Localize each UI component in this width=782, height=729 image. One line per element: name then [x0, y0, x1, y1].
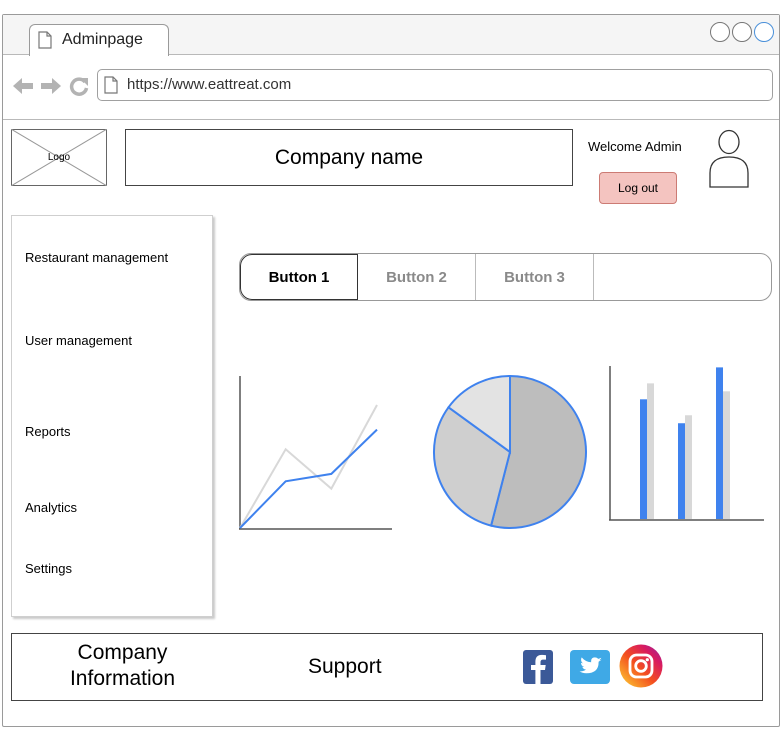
page-icon — [38, 31, 52, 49]
close-window-button[interactable] — [754, 22, 774, 42]
button-1[interactable]: Button 1 — [240, 254, 358, 300]
button-3[interactable]: Button 3 — [476, 254, 594, 300]
company-name-box: Company name — [125, 129, 573, 186]
sidebar — [11, 215, 213, 617]
sidebar-item-restaurant-management[interactable]: Restaurant management — [25, 250, 168, 265]
back-arrow-icon[interactable] — [12, 77, 34, 95]
button-group-empty-slot — [594, 254, 771, 300]
company-name: Company name — [274, 145, 424, 169]
bar-2-series-1 — [678, 423, 685, 519]
forward-arrow-icon[interactable] — [40, 77, 62, 95]
sidebar-item-reports[interactable]: Reports — [25, 424, 71, 439]
welcome-text: Welcome Admin — [588, 139, 682, 154]
logout-button[interactable]: Log out — [599, 172, 677, 204]
bar-3-series-1 — [716, 367, 723, 519]
twitter-icon[interactable] — [570, 650, 610, 684]
bar-3-series-2 — [723, 391, 730, 519]
minimize-window-button[interactable] — [710, 22, 730, 42]
pie-chart — [433, 374, 587, 529]
company-information-line-2: Information — [69, 667, 176, 690]
page-icon — [104, 76, 118, 94]
company-information[interactable]: Company Information — [40, 640, 205, 692]
sidebar-item-user-management[interactable]: User management — [25, 333, 132, 348]
user-avatar-icon[interactable] — [708, 129, 750, 189]
line-chart — [239, 376, 392, 530]
bar-1-series-2 — [647, 383, 654, 519]
maximize-window-button[interactable] — [732, 22, 752, 42]
button-2[interactable]: Button 2 — [358, 254, 476, 300]
line-series-2 — [239, 404, 378, 529]
facebook-icon[interactable] — [523, 650, 553, 684]
logo-placeholder: Logo — [11, 129, 107, 186]
sidebar-item-settings[interactable]: Settings — [25, 561, 72, 576]
url-text[interactable]: https://www.eattreat.com — [127, 76, 291, 93]
reload-icon[interactable] — [69, 76, 89, 96]
button-group: Button 1 Button 2 Button 3 — [239, 253, 772, 301]
bar-2-series-2 — [685, 415, 692, 519]
company-information-line-1: Company — [77, 641, 168, 664]
sidebar-item-analytics[interactable]: Analytics — [25, 500, 77, 515]
bar-1-series-1 — [640, 399, 647, 519]
bar-chart — [609, 366, 764, 521]
tab-title: Adminpage — [62, 31, 143, 48]
support-link[interactable]: Support — [308, 655, 382, 679]
instagram-icon[interactable] — [619, 644, 663, 688]
logo-label: Logo — [47, 152, 71, 163]
